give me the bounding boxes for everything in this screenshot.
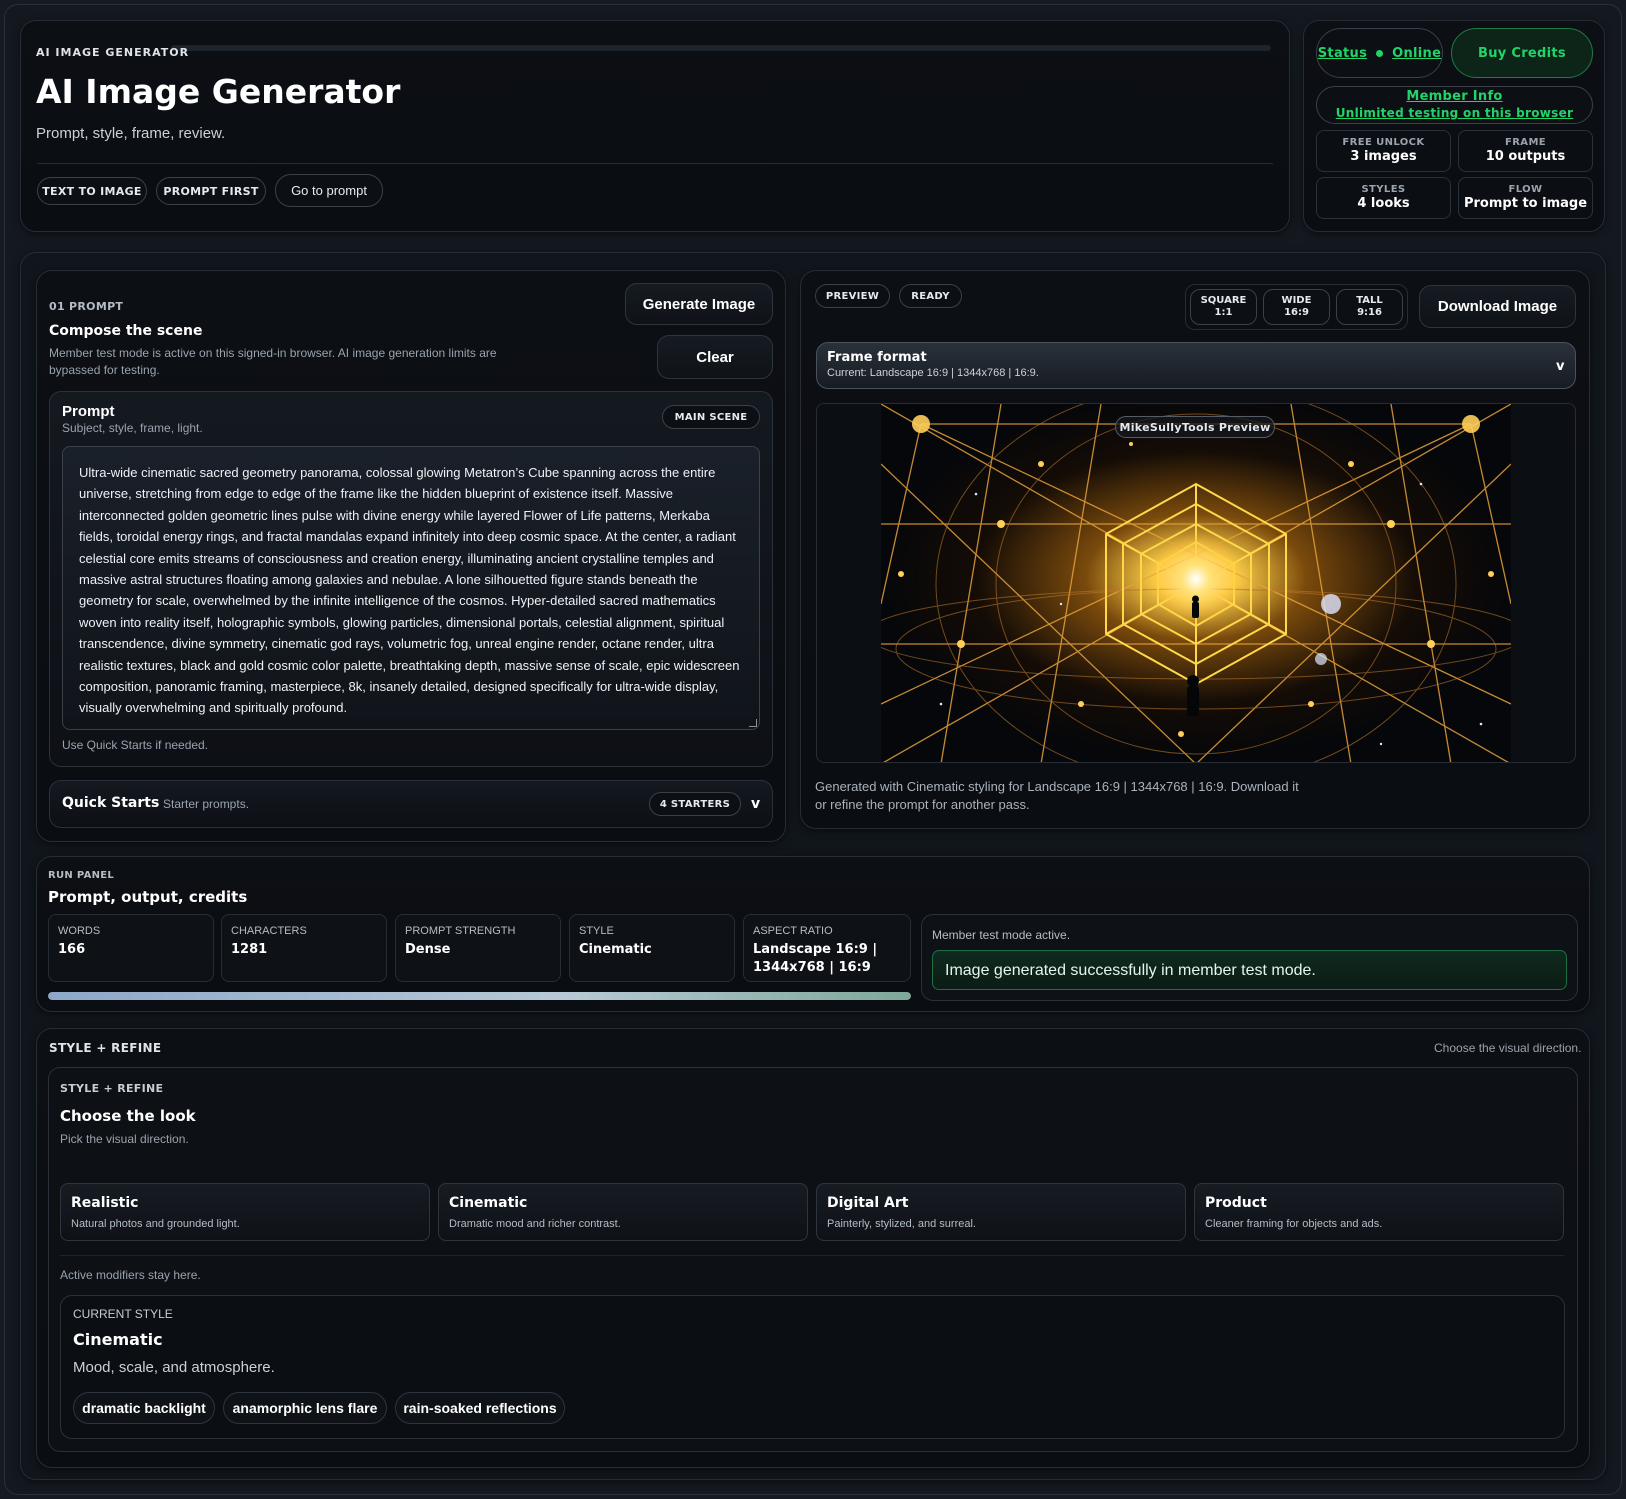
frame-format-title: Frame format: [827, 350, 927, 365]
tag-text-to-image: TEXT TO IMAGE: [37, 177, 147, 205]
clear-button[interactable]: Clear: [657, 335, 773, 379]
run-panel-eyebrow: RUN PANEL: [48, 870, 115, 881]
member-test-note: Member test mode active.: [932, 928, 1071, 942]
prompt-eyebrow: 01 PROMPT: [49, 300, 124, 313]
page-subtitle: Prompt, style, frame, review.: [36, 125, 226, 142]
download-image-button[interactable]: Download Image: [1419, 285, 1576, 328]
metric-style: STYLE Cinematic: [569, 914, 735, 982]
ready-tag: READY: [899, 284, 962, 308]
style-panel-note: Choose the visual direction.: [1434, 1041, 1582, 1055]
prompt-textarea[interactable]: Ultra-wide cinematic sacred geometry pan…: [62, 446, 760, 730]
header-eyebrow: AI IMAGE GENERATOR: [36, 46, 190, 59]
style-card-realistic[interactable]: Realistic Natural photos and grounded lig…: [60, 1183, 430, 1241]
metric-prompt-strength: PROMPT STRENGTH Dense: [395, 914, 561, 982]
preview-caption-1: Generated with Cinematic styling for Lan…: [815, 779, 1299, 794]
frame-format-dropdown[interactable]: [816, 342, 1576, 389]
current-style-label: CURRENT STYLE: [73, 1307, 173, 1321]
modifier-chip-rain-soaked-reflections[interactable]: rain-soaked reflections: [395, 1392, 565, 1424]
frame-chevron-icon: v: [1556, 359, 1565, 374]
divider: [60, 1255, 1564, 1256]
modifier-chip-dramatic-backlight[interactable]: dramatic backlight: [73, 1392, 215, 1424]
main-scene-badge: MAIN SCENE: [662, 405, 760, 429]
buy-credits-button[interactable]: Buy Credits: [1451, 28, 1593, 78]
go-to-prompt-button[interactable]: Go to prompt: [275, 174, 383, 207]
current-style-desc: Mood, scale, and atmosphere.: [73, 1359, 275, 1376]
style-inner-eyebrow: STYLE + REFINE: [60, 1082, 164, 1095]
stat-flow: FLOW Prompt to image: [1458, 177, 1593, 219]
style-sub: Pick the visual direction.: [60, 1132, 189, 1146]
preview-caption-2: or refine the prompt for another pass.: [815, 797, 1030, 812]
modifier-chip-anamorphic-lens-flare[interactable]: anamorphic lens flare: [223, 1392, 387, 1424]
progress-track: [48, 992, 911, 1000]
aspect-wide-button[interactable]: WIDE 16:9: [1263, 289, 1330, 325]
prompt-box-sub: Subject, style, frame, light.: [62, 421, 203, 435]
prompt-box-title: Prompt: [62, 403, 115, 420]
quick-starts-chevron-icon[interactable]: v: [751, 796, 760, 812]
stat-frame: FRAME 10 outputs: [1458, 130, 1593, 172]
style-panel-eyebrow: STYLE + REFINE: [49, 1041, 162, 1055]
style-card-digital-art[interactable]: Digital Art Painterly, stylized, and surr…: [816, 1183, 1186, 1241]
resize-handle-icon[interactable]: [749, 719, 757, 727]
page-title: AI Image Generator: [36, 72, 401, 111]
aspect-square-button[interactable]: SQUARE 1:1: [1190, 289, 1257, 325]
modifiers-note: Active modifiers stay here.: [60, 1268, 201, 1282]
metric-aspect-ratio: ASPECT RATIO Landscape 16:9 | 1344x768 | …: [743, 914, 911, 982]
quick-starts-title: Quick Starts: [62, 795, 160, 811]
prompt-desc-2: bypassed for testing.: [49, 363, 160, 377]
status-label: Status: [1317, 45, 1368, 61]
style-title: Choose the look: [60, 1107, 196, 1125]
preview-image-container: MikeSullyTools Preview: [816, 403, 1576, 763]
tag-prompt-first: PROMPT FIRST: [156, 177, 266, 205]
aspect-tall-button[interactable]: TALL 9:16: [1336, 289, 1403, 325]
status-value: Online: [1392, 45, 1442, 61]
prompt-section-title: Compose the scene: [49, 323, 203, 339]
style-card-cinematic[interactable]: Cinematic Dramatic mood and richer contra…: [438, 1183, 808, 1241]
metric-words: WORDS 166: [48, 914, 214, 982]
generate-image-button[interactable]: Generate Image: [625, 283, 773, 325]
prompt-hint: Use Quick Starts if needed.: [62, 738, 209, 752]
stat-styles: STYLES 4 looks: [1316, 177, 1451, 219]
stat-free-unlock: FREE UNLOCK 3 images: [1316, 130, 1451, 172]
preview-watermark: MikeSullyTools Preview: [1115, 416, 1275, 438]
prompt-desc-1: Member test mode is active on this signe…: [49, 346, 497, 360]
member-info-sub: Unlimited testing on this browser: [1335, 106, 1574, 120]
progress-fill: [48, 992, 911, 1000]
member-info-title: Member Info: [1406, 89, 1503, 104]
style-card-product[interactable]: Product Cleaner framing for objects and a…: [1194, 1183, 1564, 1241]
generated-image: [881, 404, 1511, 762]
status-indicator: Status Online: [1316, 28, 1443, 78]
run-panel-title: Prompt, output, credits: [48, 888, 248, 906]
online-dot-icon: [1376, 49, 1384, 57]
success-message: Image generated successfully in member t…: [932, 950, 1567, 990]
preview-tag: PREVIEW: [815, 284, 890, 308]
quick-starts-sub: Starter prompts.: [163, 797, 250, 811]
starters-badge: 4 STARTERS: [649, 792, 741, 816]
metric-characters: CHARACTERS 1281: [221, 914, 387, 982]
frame-format-current: Current: Landscape 16:9 | 1344x768 | 16:…: [827, 367, 1039, 379]
member-info-link[interactable]: Member Info Unlimited testing on this br…: [1316, 86, 1593, 124]
current-style-name: Cinematic: [73, 1330, 163, 1349]
prompt-text: Ultra-wide cinematic sacred geometry pan…: [79, 465, 740, 716]
